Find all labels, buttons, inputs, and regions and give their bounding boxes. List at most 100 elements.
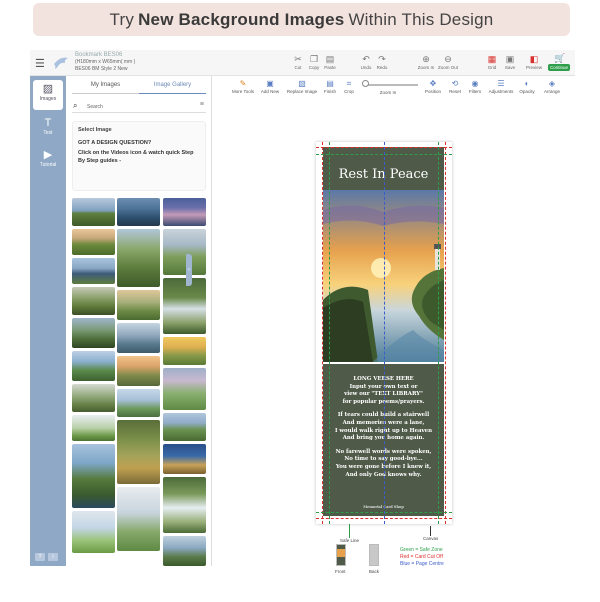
search-icon: ⌕ [73, 101, 78, 110]
document-info: Bookmark BES06 (H180mm x W65mm( mm ) BES… [75, 52, 135, 73]
gallery-thumb[interactable] [72, 384, 115, 412]
gallery-thumb[interactable] [72, 258, 115, 284]
redo-button[interactable]: ↷ Redo [372, 54, 392, 70]
cut-guide-top [316, 147, 452, 148]
rail-images[interactable]: ▨ Images [33, 80, 63, 110]
position-button[interactable]: ✥ Position [424, 79, 442, 94]
gallery-thumb[interactable] [163, 368, 206, 410]
dove-logo-icon [54, 57, 68, 69]
tab-image-gallery[interactable]: Image Gallery [139, 82, 206, 94]
gallery-thumb[interactable] [72, 318, 115, 348]
paste-button[interactable]: ▤ Paste [320, 54, 340, 70]
arrange-icon: ◈ [548, 79, 556, 88]
grid-button[interactable]: ▦ Grid [482, 54, 502, 70]
gallery-thumb[interactable] [117, 356, 160, 386]
continue-button[interactable]: Continue [548, 64, 571, 71]
finish-button[interactable]: ▤ Finish [322, 79, 338, 94]
gallery-thumb[interactable] [163, 477, 206, 533]
rail-bottom-controls: ? i [35, 553, 58, 561]
tab-my-images[interactable]: My Images [72, 82, 139, 94]
gallery-thumb[interactable] [72, 511, 115, 553]
more-tools-icon: ✎ [239, 79, 247, 88]
left-rail: ▨ Images T Text ▶ Tutorial ? i [30, 76, 66, 566]
design-canvas[interactable]: Rest In Peace LONG VERSE HERE Input your… [316, 142, 452, 524]
menu-icon[interactable]: ☰ [35, 57, 45, 70]
opacity-icon: ◐ [524, 79, 530, 88]
arrange-button[interactable]: ◈ Arrange [542, 79, 562, 94]
reset-button[interactable]: ⟲ Reset [448, 79, 462, 94]
help-button[interactable]: ? [35, 553, 45, 561]
panel-collapse-handle[interactable]: ‹ [186, 254, 192, 286]
gallery-thumb[interactable] [163, 536, 206, 566]
replace-image-icon: ▧ [298, 79, 306, 88]
gallery-thumb[interactable] [163, 337, 206, 365]
banner-suffix: Within This Design [348, 9, 494, 29]
preview-button[interactable]: ◧ Preview [524, 54, 544, 70]
gallery-thumb[interactable] [163, 444, 206, 474]
centre-guide [384, 142, 385, 524]
safe-guide-top [316, 154, 452, 155]
gallery-thumb[interactable] [163, 278, 206, 334]
images-panel: My Images Image Gallery ⌕ Search ≡ Selec… [66, 76, 212, 566]
legend-cut-off: Red = Card Cut Off [400, 554, 443, 560]
add-new-button[interactable]: ▣ Add New [260, 79, 280, 94]
canvas-label: Canvas [423, 536, 439, 541]
more-tools-button[interactable]: ✎ More Tools [232, 79, 254, 94]
filters-button[interactable]: ◉ Filters [468, 79, 482, 94]
zoom-slider-handle[interactable] [362, 80, 369, 87]
gallery-thumb[interactable] [163, 413, 206, 441]
gallery-thumb[interactable] [117, 389, 160, 417]
zoom-in-button[interactable]: ⊕ Zoom In [416, 54, 436, 70]
design-question: GOT A DESIGN QUESTION? [78, 140, 152, 146]
tutorial-icon: ▶ [43, 149, 53, 161]
doc-name: Bookmark BES06 [75, 52, 123, 58]
cut-guide-left [322, 142, 323, 524]
gallery-thumb[interactable] [117, 420, 160, 484]
top-toolbar: ☰ Bookmark BES06 (H180mm x W65mm( mm ) B… [30, 50, 575, 76]
cut-guide-right [445, 142, 446, 524]
zoom-out-button[interactable]: ⊖ Zoom Out [438, 54, 458, 70]
gallery-thumb[interactable] [72, 351, 115, 381]
gallery-thumb[interactable] [72, 229, 115, 255]
gallery-thumb[interactable] [117, 198, 160, 226]
gallery-thumb[interactable] [72, 287, 115, 315]
adjustments-button[interactable]: ☰ Adjustments [488, 79, 514, 94]
promo-banner: Try New Background Images Within This De… [33, 3, 570, 36]
zoom-label: Zoom In [379, 90, 397, 95]
back-label: Back [369, 569, 380, 574]
doc-size: (H180mm x W65mm( mm ) [75, 59, 136, 65]
banner-prefix: Try [109, 9, 135, 29]
gallery-thumb[interactable] [117, 323, 160, 353]
save-button[interactable]: ▣ Save [500, 54, 520, 70]
gallery-thumb[interactable] [163, 229, 206, 275]
front-page-thumb[interactable] [336, 544, 346, 566]
crop-icon: ⌗ [346, 79, 352, 88]
info-button[interactable]: i [48, 553, 58, 561]
rail-text[interactable]: T Text [33, 114, 63, 144]
rail-tutorial[interactable]: ▶ Tutorial [33, 146, 63, 176]
gallery-thumb[interactable] [163, 198, 206, 226]
gallery-thumb[interactable] [72, 444, 115, 508]
gallery-thumb[interactable] [72, 198, 115, 226]
gallery-thumb[interactable] [72, 415, 115, 441]
opacity-button[interactable]: ◐ Opacity [518, 79, 536, 94]
banner-bold: New Background Images [138, 9, 345, 29]
finish-icon: ▤ [326, 79, 334, 88]
safe-line-label: Safe Line [340, 538, 360, 543]
replace-image-button[interactable]: ▧ Replace Image [286, 79, 318, 94]
zoom-slider[interactable] [364, 84, 418, 86]
legend-page-centre: Blue = Page Centre [400, 561, 444, 567]
back-page-thumb[interactable] [369, 544, 379, 566]
gallery-thumb[interactable] [117, 229, 160, 287]
filter-icon[interactable]: ≡ [200, 101, 204, 108]
cut-guide-bottom [316, 518, 452, 519]
gallery-thumb[interactable] [117, 290, 160, 320]
redo-icon: ↷ [378, 54, 386, 64]
canvas-pointer [430, 526, 431, 536]
zoom-in-icon: ⊕ [422, 54, 430, 64]
crop-button[interactable]: ⌗ Crop [342, 79, 356, 94]
gallery-thumb[interactable] [117, 487, 160, 551]
position-icon: ✥ [429, 79, 437, 88]
search-input[interactable]: ⌕ Search ≡ [72, 100, 206, 113]
save-icon: ▣ [505, 54, 515, 64]
